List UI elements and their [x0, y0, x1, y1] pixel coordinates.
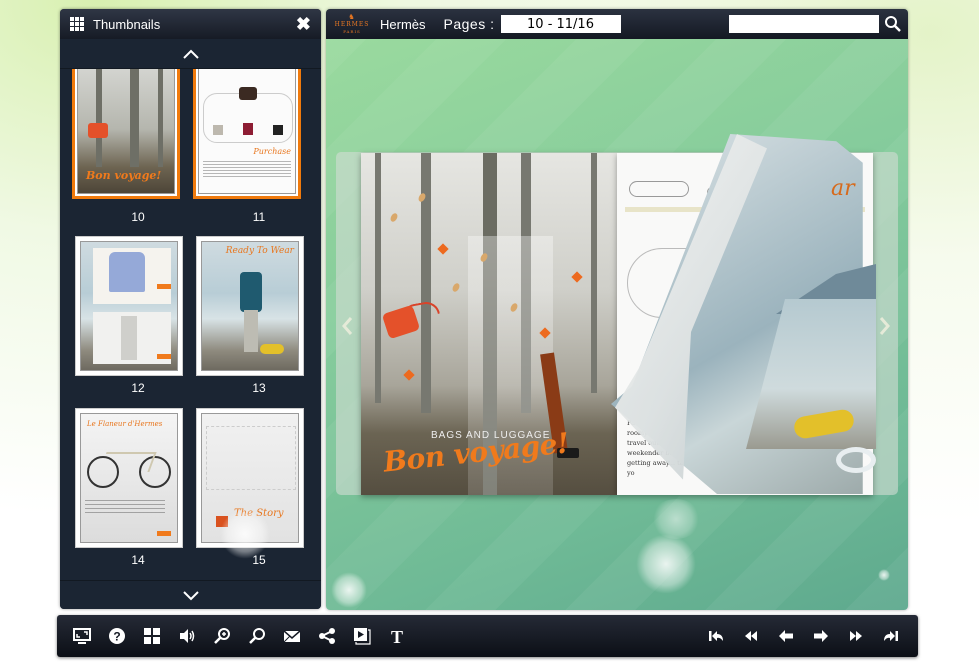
- zoom-in-button[interactable]: [212, 626, 232, 646]
- thumbnails-grid-icon: [70, 17, 84, 31]
- thumbnail-image: The Story: [201, 413, 299, 543]
- thumbnails-panel: Thumbnails ✖ Bon voyage! 10 Purchase 11 …: [60, 9, 321, 609]
- previous-page-button[interactable]: [340, 314, 356, 338]
- thumbnail-label: 15: [252, 553, 266, 567]
- next-chapter-button[interactable]: [846, 626, 866, 646]
- thumbnails-icon: [144, 628, 160, 644]
- thumbnails-button[interactable]: [142, 626, 162, 646]
- arrow-right-icon: [814, 630, 828, 642]
- search-input[interactable]: [729, 15, 879, 33]
- svg-text:T: T: [391, 627, 403, 645]
- next-page-toolbar-button[interactable]: [811, 626, 831, 646]
- thumbnails-title: Thumbnails: [93, 16, 161, 32]
- share-button[interactable]: [317, 626, 337, 646]
- thumbnail-list: Bon voyage! 10 Purchase 11 12 Ready To W…: [60, 69, 321, 580]
- first-page-icon: [709, 631, 723, 641]
- next-page-button[interactable]: [876, 314, 892, 338]
- thumbnail-label: 11: [252, 210, 266, 224]
- top-bar: ♞ HERMES PARIS Hermès Pages :: [326, 9, 908, 39]
- thumbnail-label: 10: [131, 210, 145, 224]
- left-page[interactable]: BAGS AND LUGGAGE Bon voyage!: [361, 153, 617, 495]
- sound-button[interactable]: [177, 626, 197, 646]
- sound-icon: [180, 629, 195, 643]
- brand-name: Hermès: [380, 16, 426, 32]
- chevron-right-icon: [879, 317, 890, 335]
- chevron-down-icon: [182, 591, 199, 601]
- autoplay-icon: [354, 628, 371, 645]
- previous-page-toolbar-button[interactable]: [776, 626, 796, 646]
- thumbnail-label: 14: [131, 553, 145, 567]
- svg-text:?: ?: [113, 630, 120, 644]
- help-icon: ?: [109, 628, 125, 644]
- text-icon: T: [391, 627, 403, 645]
- first-page-button[interactable]: [706, 626, 726, 646]
- search-book-button[interactable]: [247, 626, 267, 646]
- last-page-icon: [884, 631, 898, 641]
- next-chapter-icon: [850, 631, 862, 641]
- email-button[interactable]: [282, 626, 302, 646]
- thumbnail-label: 12: [131, 381, 145, 395]
- chevron-up-icon: [182, 49, 199, 59]
- hermes-logo: ♞ HERMES PARIS: [334, 12, 370, 34]
- page-heading: ar: [831, 176, 855, 201]
- thumbnails-header: Thumbnails ✖: [60, 9, 321, 39]
- scroll-down-button[interactable]: [60, 580, 321, 609]
- fullscreen-button[interactable]: [72, 626, 92, 646]
- thumbnail-image: Le Flaneur d'Hermes: [80, 413, 178, 543]
- book-viewer: ♞ HERMES PARIS Hermès Pages : 10 - 11/16…: [326, 9, 908, 610]
- thumbnail-label: 13: [252, 381, 266, 395]
- search-icon: [885, 16, 901, 32]
- pages-label: Pages :: [443, 16, 495, 32]
- arrow-left-icon: [779, 630, 793, 642]
- search-button[interactable]: [884, 15, 902, 33]
- thumbnail-image: Purchase: [198, 69, 296, 194]
- bottom-toolbar: ? T: [57, 615, 918, 657]
- thumbnail-page-14[interactable]: Le Flaneur d'Hermes: [75, 408, 183, 548]
- autoplay-button[interactable]: [352, 626, 372, 646]
- thumbnail-page-15[interactable]: The Story: [196, 408, 304, 548]
- previous-chapter-button[interactable]: [741, 626, 761, 646]
- zoom-in-icon: [214, 628, 230, 644]
- page-number-input[interactable]: [500, 15, 621, 33]
- thumbnail-image: Bon voyage!: [77, 69, 175, 194]
- thumbnail-page-10[interactable]: Bon voyage!: [72, 69, 180, 199]
- text-button[interactable]: T: [387, 626, 407, 646]
- previous-chapter-icon: [745, 631, 757, 641]
- thumbnail-image: Ready To Wear: [201, 241, 299, 371]
- thumbnail-page-12[interactable]: [75, 236, 183, 376]
- share-icon: [319, 628, 335, 644]
- last-page-button[interactable]: [881, 626, 901, 646]
- fullscreen-icon: [73, 628, 91, 644]
- thumbnail-image: [80, 241, 178, 371]
- thumbnail-page-11[interactable]: Purchase: [193, 69, 301, 199]
- email-icon: [283, 630, 301, 643]
- scroll-up-button[interactable]: [60, 39, 321, 69]
- thumbnail-page-13[interactable]: Ready To Wear: [196, 236, 304, 376]
- search-icon: [249, 628, 265, 644]
- help-button[interactable]: ?: [107, 626, 127, 646]
- chevron-left-icon: [342, 317, 353, 335]
- close-icon[interactable]: ✖: [296, 15, 311, 33]
- carriage-icon: ♞: [348, 12, 356, 21]
